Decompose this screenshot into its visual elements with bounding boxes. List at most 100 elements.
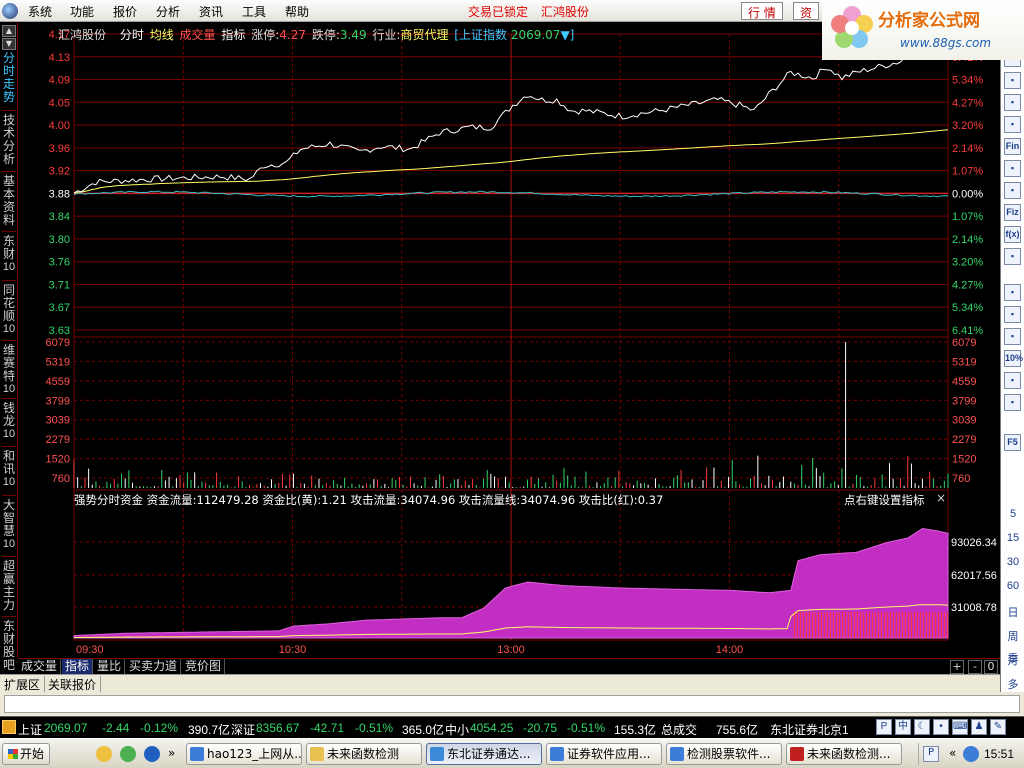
left-tab-6[interactable]: 钱龙 10	[1, 402, 17, 441]
left-tab-5[interactable]: 维赛特 10	[1, 344, 17, 396]
tab-indicator[interactable]: 指标	[62, 659, 94, 675]
menu-news[interactable]: 资讯	[199, 3, 223, 20]
zoom-out-button[interactable]: -	[968, 660, 982, 674]
period-5[interactable]: 5	[1002, 508, 1024, 520]
indicator-settings-hint[interactable]: 点右键设置指标	[844, 492, 925, 508]
info-button[interactable]: 资	[793, 2, 820, 20]
chart-canvas[interactable]: 4.176.41%4.136.41%4.095.34%4.054.27%4.00…	[18, 22, 1000, 658]
ime-settings-icon[interactable]: ✎	[990, 719, 1006, 735]
banner-ad[interactable]: 分析家公式网 www.88gs.com	[822, 0, 1024, 60]
line-icon[interactable]: ▪	[1004, 72, 1021, 89]
stat-icon[interactable]: ▪	[1004, 306, 1021, 323]
intraday-chart[interactable]: 4.176.41%4.136.41%4.095.34%4.054.27%4.00…	[18, 22, 1000, 658]
left-tab-2[interactable]: 基本资料	[1, 175, 17, 227]
tray-expand-icon[interactable]: «	[949, 746, 956, 760]
ime-punct-icon[interactable]: •	[933, 719, 949, 735]
task-future-func-2[interactable]: 未来函数检测...	[786, 743, 902, 765]
search-icon[interactable]: ▪	[1004, 248, 1021, 265]
fiz-icon[interactable]: Fiz	[1004, 204, 1021, 221]
tray-ime-icon[interactable]: P	[923, 746, 939, 762]
ie-icon[interactable]: ▪	[1004, 284, 1021, 301]
zoom-reset-button[interactable]: 0	[984, 660, 998, 674]
left-tab-0[interactable]: 分时走势	[1, 52, 17, 104]
menu-system[interactable]: 系统	[28, 3, 52, 20]
ime-user-icon[interactable]: ♟	[971, 719, 987, 735]
quicklaunch-icon[interactable]	[120, 746, 136, 762]
left-tab-10[interactable]: 东财股吧	[1, 620, 17, 672]
tab-volume[interactable]: 成交量	[18, 659, 62, 675]
tab-related-quote[interactable]: 关联报价	[44, 676, 102, 693]
tray-volume-icon[interactable]	[963, 746, 979, 762]
task-detect-software[interactable]: 检测股票软件...	[666, 743, 782, 765]
left-tab-1[interactable]: 技术分析	[1, 114, 17, 166]
header-tab-fenshi[interactable]: 分时	[120, 28, 144, 42]
left-tab-9[interactable]: 超赢主力	[1, 560, 17, 612]
header-tab-avg[interactable]: 均线	[150, 28, 174, 42]
list-icon[interactable]: ▪	[1004, 116, 1021, 133]
quote-button[interactable]: 行 情	[741, 2, 783, 20]
left-tab-4[interactable]: 同花顺 10	[1, 284, 17, 336]
sz-index-label[interactable]: 深证	[231, 721, 255, 738]
quicklaunch-more-icon[interactable]: »	[168, 746, 175, 760]
pencil-icon[interactable]: ▪	[1004, 394, 1021, 411]
menu-tools[interactable]: 工具	[242, 3, 266, 20]
indicator-close-icon[interactable]: ×	[936, 491, 946, 505]
index-name[interactable]: [上证指数	[454, 28, 507, 42]
tab-auction-chart[interactable]: 竞价图	[182, 659, 226, 675]
indicator-name[interactable]: 强势分时资金	[74, 493, 143, 507]
task-label: 检测股票软件...	[687, 747, 771, 761]
tab-buy-sell-force[interactable]: 买卖力道	[126, 659, 182, 675]
ime-mode[interactable]: 中	[895, 719, 911, 735]
sh-index-label[interactable]: 上证	[18, 721, 42, 738]
menu-function[interactable]: 功能	[70, 3, 94, 20]
task-hao123[interactable]: hao123_上网从...	[186, 743, 302, 765]
period-周[interactable]: 周	[1002, 628, 1024, 644]
ten-pct-icon[interactable]: 10%	[1004, 350, 1023, 367]
header-tab-volume[interactable]: 成交量	[180, 28, 216, 42]
info-icon[interactable]: ▪	[1004, 182, 1021, 199]
ime-moon-icon[interactable]: ☾	[914, 719, 930, 735]
left-tab-8[interactable]: 大智慧 10	[1, 499, 17, 551]
left-tab-3[interactable]: 东财 10	[1, 235, 17, 274]
index-value: 2069.07	[510, 28, 561, 42]
left-tab-7[interactable]: 和讯 10	[1, 450, 17, 489]
start-button[interactable]: 开始	[2, 743, 50, 765]
ime-logo-icon[interactable]: P	[876, 719, 892, 735]
task-securities-software[interactable]: 证券软件应用...	[546, 743, 662, 765]
task-dongbei-securities[interactable]: 东北证券通达...	[426, 743, 542, 765]
menu-analysis[interactable]: 分析	[156, 3, 180, 20]
period-日[interactable]: 日	[1002, 604, 1024, 620]
windows-flag-icon	[7, 749, 18, 759]
tab-extension-area[interactable]: 扩展区	[0, 676, 46, 693]
period-60[interactable]: 60	[1002, 580, 1024, 592]
menu-help[interactable]: 帮助	[285, 3, 309, 20]
formula-icon[interactable]: f(x)	[1004, 226, 1021, 243]
wave-icon[interactable]: ▪	[1004, 328, 1021, 345]
left-tab-char: 顺	[2, 309, 15, 323]
tab-volume-ratio[interactable]: 量比	[94, 659, 126, 675]
scroll-up-icon[interactable]: ▲	[2, 25, 16, 37]
ime-keyboard-icon[interactable]: ⌨	[952, 719, 968, 735]
menu-quote[interactable]: 报价	[113, 3, 137, 20]
period-多[interactable]: 多	[1002, 676, 1024, 692]
zoom-in-button[interactable]: +	[950, 660, 964, 674]
period-15[interactable]: 15	[1002, 532, 1024, 544]
header-tab-indicator[interactable]: 指标	[221, 28, 245, 42]
fin-icon[interactable]: Fin	[1004, 138, 1021, 155]
arrow-icon[interactable]: ▪	[1004, 372, 1021, 389]
news-icon[interactable]: ▪	[1004, 160, 1021, 177]
extension-panel-content[interactable]	[4, 695, 1020, 713]
qq-icon[interactable]	[96, 746, 112, 762]
market-icon[interactable]	[2, 720, 16, 734]
period-F5[interactable]: F5	[1004, 434, 1021, 451]
app-logo-icon[interactable]	[2, 3, 18, 19]
scroll-down-icon[interactable]: ▼	[2, 38, 16, 50]
period-30[interactable]: 30	[1002, 556, 1024, 568]
sme-index-label[interactable]: 中小	[445, 721, 469, 738]
price-tick-label: 3.92	[49, 166, 70, 178]
bar-icon[interactable]: ▪	[1004, 94, 1021, 111]
volume-tick-label: 4559	[46, 376, 70, 388]
media-player-icon[interactable]	[144, 746, 160, 762]
period-季[interactable]: 季	[1002, 650, 1024, 666]
task-future-func-1[interactable]: 未来函数检测	[306, 743, 422, 765]
